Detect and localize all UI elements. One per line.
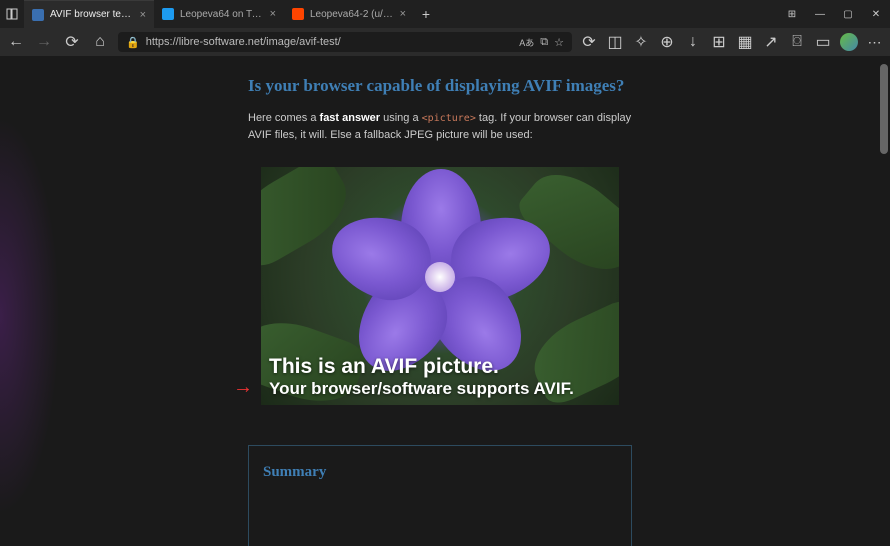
- url-text: https://libre-software.net/image/avif-te…: [146, 36, 514, 48]
- close-icon[interactable]: ×: [270, 8, 276, 20]
- summary-box: Summary: [248, 445, 632, 546]
- read-aloud-icon[interactable]: Aあ: [519, 36, 534, 49]
- text: Here comes a: [248, 112, 320, 124]
- close-icon[interactable]: ×: [140, 9, 146, 21]
- favorite-star-icon[interactable]: ☆: [554, 36, 564, 49]
- tab-reddit[interactable]: Leopeva64-2 (u/Leopeva64-2) - R ×: [284, 0, 414, 28]
- tab-title: Leopeva64 on Twitter: "This sam: [180, 9, 264, 20]
- browser-essentials-icon[interactable]: ⌼: [788, 32, 806, 52]
- image-text-line2: Your browser/software supports AVIF.: [269, 379, 574, 399]
- downloads-icon[interactable]: ↓: [684, 32, 702, 52]
- avif-test-image: This is an AVIF picture. Your browser/so…: [261, 167, 619, 405]
- titlebar: AVIF browser test page: AVIF sup × Leope…: [0, 0, 890, 28]
- image-container: → This is an AVIF picture. Your browser/…: [261, 167, 619, 405]
- toolbar: ← → ⟳ ⌂ 🔒 https://libre-software.net/ima…: [0, 28, 890, 56]
- sync-icon[interactable]: ⟳: [580, 32, 598, 52]
- lock-icon: 🔒: [126, 36, 140, 49]
- image-overlay-text: This is an AVIF picture. Your browser/so…: [269, 355, 574, 399]
- flower-center: [425, 262, 455, 292]
- content-column: Is your browser capable of displaying AV…: [248, 76, 632, 546]
- tab-title: Leopeva64-2 (u/Leopeva64-2) - R: [310, 9, 394, 20]
- more-menu-button[interactable]: ⋯: [866, 32, 884, 52]
- extensions-grid-icon[interactable]: ▦: [736, 32, 754, 52]
- page-heading: Is your browser capable of displaying AV…: [248, 76, 632, 96]
- window-controls: ⊞ — ▢ ✕: [778, 0, 890, 28]
- home-button[interactable]: ⌂: [90, 32, 110, 52]
- bold-text: fast answer: [320, 112, 381, 124]
- summary-heading: Summary: [263, 464, 617, 481]
- tab-actions-icon[interactable]: [0, 8, 24, 20]
- forward-button: →: [34, 32, 54, 52]
- reload-button[interactable]: ⟳: [62, 32, 82, 52]
- tab-strip: AVIF browser test page: AVIF sup × Leope…: [24, 0, 438, 28]
- wallet-icon[interactable]: ▭: [814, 32, 832, 52]
- split-screen-icon[interactable]: ◫: [606, 32, 624, 52]
- tab-title: AVIF browser test page: AVIF sup: [50, 9, 134, 20]
- app-icon[interactable]: ⊞: [710, 32, 728, 52]
- scrollbar-thumb[interactable]: [880, 64, 888, 154]
- back-button[interactable]: ←: [6, 32, 26, 52]
- tab-twitter[interactable]: Leopeva64 on Twitter: "This sam ×: [154, 0, 284, 28]
- maximize-button[interactable]: ▢: [834, 0, 862, 28]
- toolbar-right: ⟳ ◫ ✧ ⊕ ↓ ⊞ ▦ ↗ ⌼ ▭ ⋯: [580, 32, 884, 52]
- collections-icon[interactable]: ⊕: [658, 32, 676, 52]
- enter-immersive-icon[interactable]: ⧉: [540, 36, 548, 49]
- new-tab-button[interactable]: +: [414, 0, 438, 28]
- minimize-button[interactable]: —: [806, 0, 834, 28]
- close-icon[interactable]: ×: [400, 8, 406, 20]
- intro-paragraph: Here comes a fast answer using a <pictur…: [248, 110, 632, 143]
- scrollbar-track[interactable]: [876, 56, 890, 546]
- reddit-icon: [292, 8, 304, 20]
- code-text: <picture>: [422, 113, 476, 124]
- favorites-icon[interactable]: ✧: [632, 32, 650, 52]
- arrow-icon: →: [233, 376, 253, 399]
- page-content: Is your browser capable of displaying AV…: [0, 56, 890, 546]
- page-viewport: Is your browser capable of displaying AV…: [0, 56, 890, 546]
- close-window-button[interactable]: ✕: [862, 0, 890, 28]
- favicon-icon: [32, 9, 44, 21]
- image-text-line1: This is an AVIF picture.: [269, 355, 574, 379]
- performance-icon[interactable]: ↗: [762, 32, 780, 52]
- tab-avif-test[interactable]: AVIF browser test page: AVIF sup ×: [24, 0, 154, 28]
- profile-avatar[interactable]: [840, 33, 858, 51]
- text: using a: [380, 112, 422, 124]
- address-bar[interactable]: 🔒 https://libre-software.net/image/avif-…: [118, 32, 572, 52]
- twitter-icon: [162, 8, 174, 20]
- copilot-icon[interactable]: ⊞: [778, 0, 806, 28]
